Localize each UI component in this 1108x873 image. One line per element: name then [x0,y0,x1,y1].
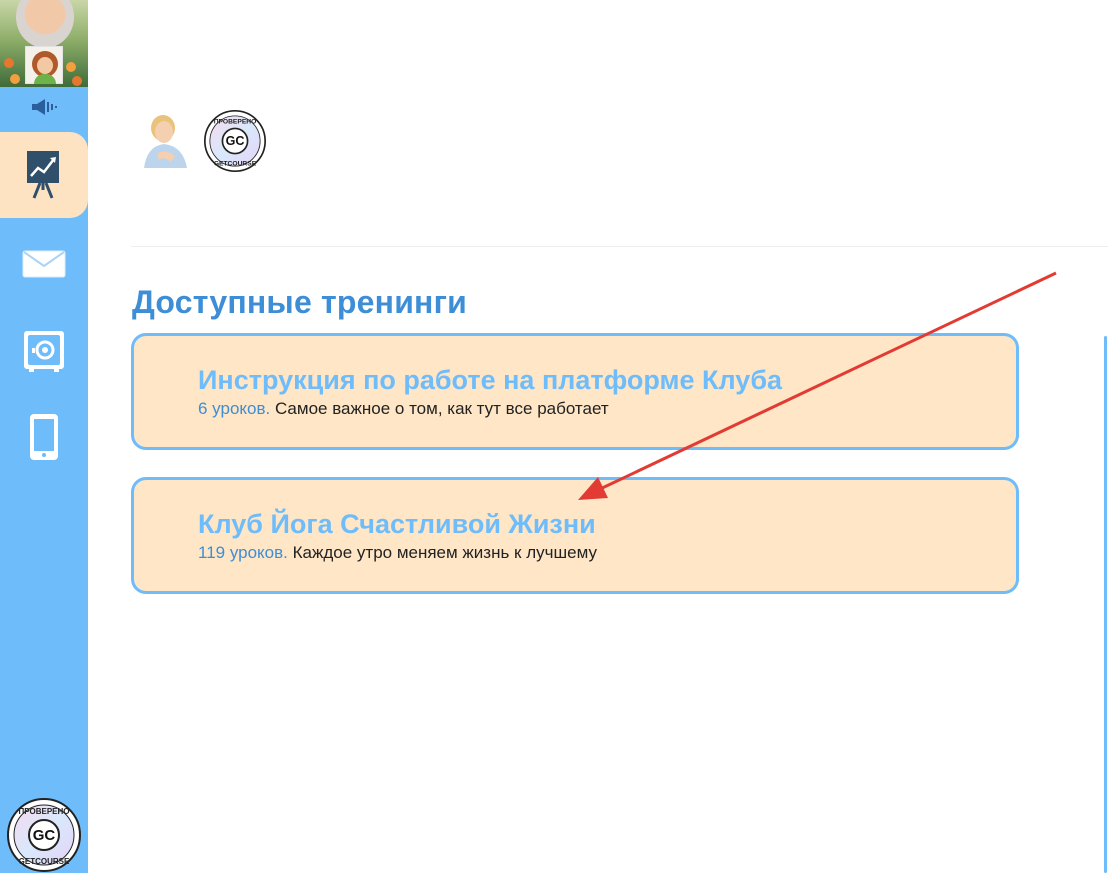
presentation-chart-icon [27,151,59,199]
sidebar: GC ПРОВЕРЕНО GETCOURSE [0,0,88,873]
header-badge-bottom-text: GETCOURSE [214,160,257,167]
verified-getcourse-badge: GC ПРОВЕРЕНО GETCOURSE [7,798,81,872]
training-title[interactable]: Инструкция по работе на платформе Клуба [198,365,782,396]
training-card[interactable]: Клуб Йога Счастливой Жизни 119 уроков. К… [131,477,1019,594]
verified-getcourse-badge-header: GC ПРОВЕРЕНО GETCOURSE [204,110,266,172]
header-badge-top-text: ПРОВЕРЕНО [214,118,257,125]
badge-center-text: GC [33,827,56,844]
training-title[interactable]: Клуб Йога Счастливой Жизни [198,509,596,540]
training-meta: 119 уроков. Каждое утро меняем жизнь к л… [198,543,597,563]
header-badge-center-text: GC [226,134,245,148]
training-card[interactable]: Инструкция по работе на платформе Клуба … [131,333,1019,450]
speaker-icon[interactable] [30,98,58,116]
smartphone-icon[interactable] [29,413,59,461]
training-description: Каждое утро меняем жизнь к лучшему [292,543,597,562]
training-description: Самое важное о том, как тут все работает [274,399,609,418]
training-meta: 6 уроков. Самое важное о том, как тут вс… [198,399,609,419]
sidebar-item-trainings[interactable] [0,132,88,218]
lesson-count: 6 уроков. [198,399,271,418]
badge-bottom-text: GETCOURSE [19,857,70,866]
safe-icon[interactable] [23,330,65,372]
envelope-icon[interactable] [22,250,66,278]
header-divider [131,246,1108,247]
badge-top-text: ПРОВЕРЕНО [19,807,70,816]
lesson-count: 119 уроков. [198,543,288,562]
user-avatar[interactable] [25,46,63,84]
author-avatar[interactable] [137,110,191,170]
right-edge-accent [1104,336,1107,873]
page-title: Доступные тренинги [132,284,467,320]
